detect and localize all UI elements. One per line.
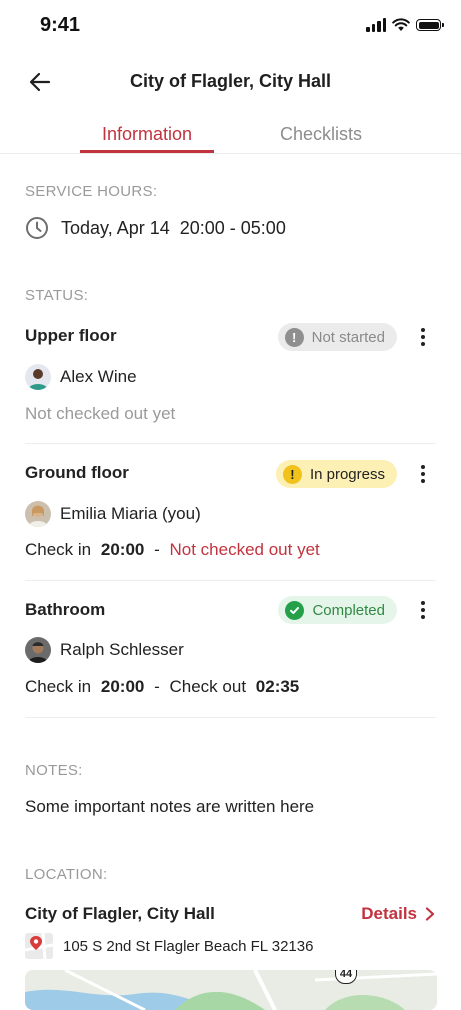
- more-options-icon[interactable]: [421, 465, 425, 483]
- tab-checklists[interactable]: Checklists: [253, 124, 389, 145]
- checkout-status-text: Not checked out yet: [169, 540, 320, 559]
- clock-icon: [26, 217, 48, 239]
- route-number: 44: [339, 970, 353, 980]
- divider: [25, 443, 436, 444]
- location-label: LOCATION:: [25, 866, 108, 883]
- area-name-ground-floor: Ground floor: [25, 463, 129, 482]
- status-badge-label: Completed: [312, 601, 385, 619]
- location-map[interactable]: 44: [25, 970, 437, 1010]
- details-link[interactable]: Details: [361, 904, 435, 924]
- tab-information[interactable]: Information: [80, 124, 214, 145]
- notes-text: Some important notes are written here: [25, 797, 315, 816]
- status-bar-time: 9:41: [40, 14, 81, 36]
- status-badge-completed: Completed: [278, 596, 397, 624]
- chevron-right-icon: [425, 907, 435, 921]
- service-hours-value: Today, Apr 14 20:00 - 05:00: [61, 217, 286, 238]
- details-label: Details: [361, 904, 417, 923]
- area-name-upper-floor: Upper floor: [25, 326, 117, 345]
- exclamation-icon: !: [284, 327, 304, 347]
- check-in-label: Check in: [25, 677, 92, 696]
- more-options-icon[interactable]: [421, 328, 425, 346]
- wifi-icon: [392, 18, 410, 31]
- assignee-row: Alex Wine: [25, 364, 137, 390]
- check-out-label: Check out: [169, 677, 247, 696]
- location-name: City of Flagler, City Hall: [25, 904, 215, 923]
- check-times-row: Check in 20:00 - Not checked out yet: [25, 540, 325, 560]
- status-badge-not-started: ! Not started: [277, 323, 397, 351]
- assignee-name: Emilia Miaria (you): [60, 504, 201, 523]
- assignee-name: Alex Wine: [60, 367, 137, 386]
- exclamation-icon: !: [282, 464, 302, 484]
- divider: [25, 717, 436, 718]
- service-hours-row: Today, Apr 14 20:00 - 05:00: [25, 216, 286, 240]
- status-label: STATUS:: [25, 287, 89, 304]
- status-badge-in-progress: ! In progress: [275, 460, 397, 488]
- status-badge-label: Not started: [311, 328, 385, 346]
- cellular-signal-icon: [366, 18, 386, 32]
- checkout-status-text: Not checked out yet: [25, 404, 176, 423]
- notes-label: NOTES:: [25, 762, 83, 779]
- more-options-icon[interactable]: [421, 601, 425, 619]
- check-in-label: Check in: [25, 540, 92, 559]
- avatar: [25, 501, 51, 527]
- address-row: 105 S 2nd St Flagler Beach FL 32136: [25, 933, 313, 959]
- battery-icon: [416, 19, 444, 31]
- area-name-bathroom: Bathroom: [25, 600, 106, 619]
- separator: -: [154, 677, 160, 696]
- address-text: 105 S 2nd St Flagler Beach FL 32136: [63, 937, 314, 955]
- avatar: [25, 637, 51, 663]
- check-out-time: 02:35: [255, 677, 300, 696]
- avatar: [25, 364, 51, 390]
- separator: -: [154, 540, 160, 559]
- assignee-name: Ralph Schlesser: [60, 640, 184, 659]
- checkmark-icon: [285, 600, 305, 620]
- check-in-time: 20:00: [100, 540, 145, 559]
- status-badge-label: In progress: [309, 465, 385, 483]
- assignee-row: Ralph Schlesser: [25, 637, 184, 663]
- divider: [25, 580, 436, 581]
- check-times-row: Check in 20:00 - Check out 02:35: [25, 677, 304, 697]
- service-hours-label: SERVICE HOURS:: [25, 183, 158, 200]
- tab-bar-divider: [0, 153, 461, 154]
- status-bar-icons: [366, 18, 444, 32]
- check-in-time: 20:00: [100, 677, 145, 696]
- page-title: City of Flagler, City Hall: [129, 71, 332, 91]
- assignee-row: Emilia Miaria (you): [25, 501, 201, 527]
- map-pin-icon: [25, 933, 53, 959]
